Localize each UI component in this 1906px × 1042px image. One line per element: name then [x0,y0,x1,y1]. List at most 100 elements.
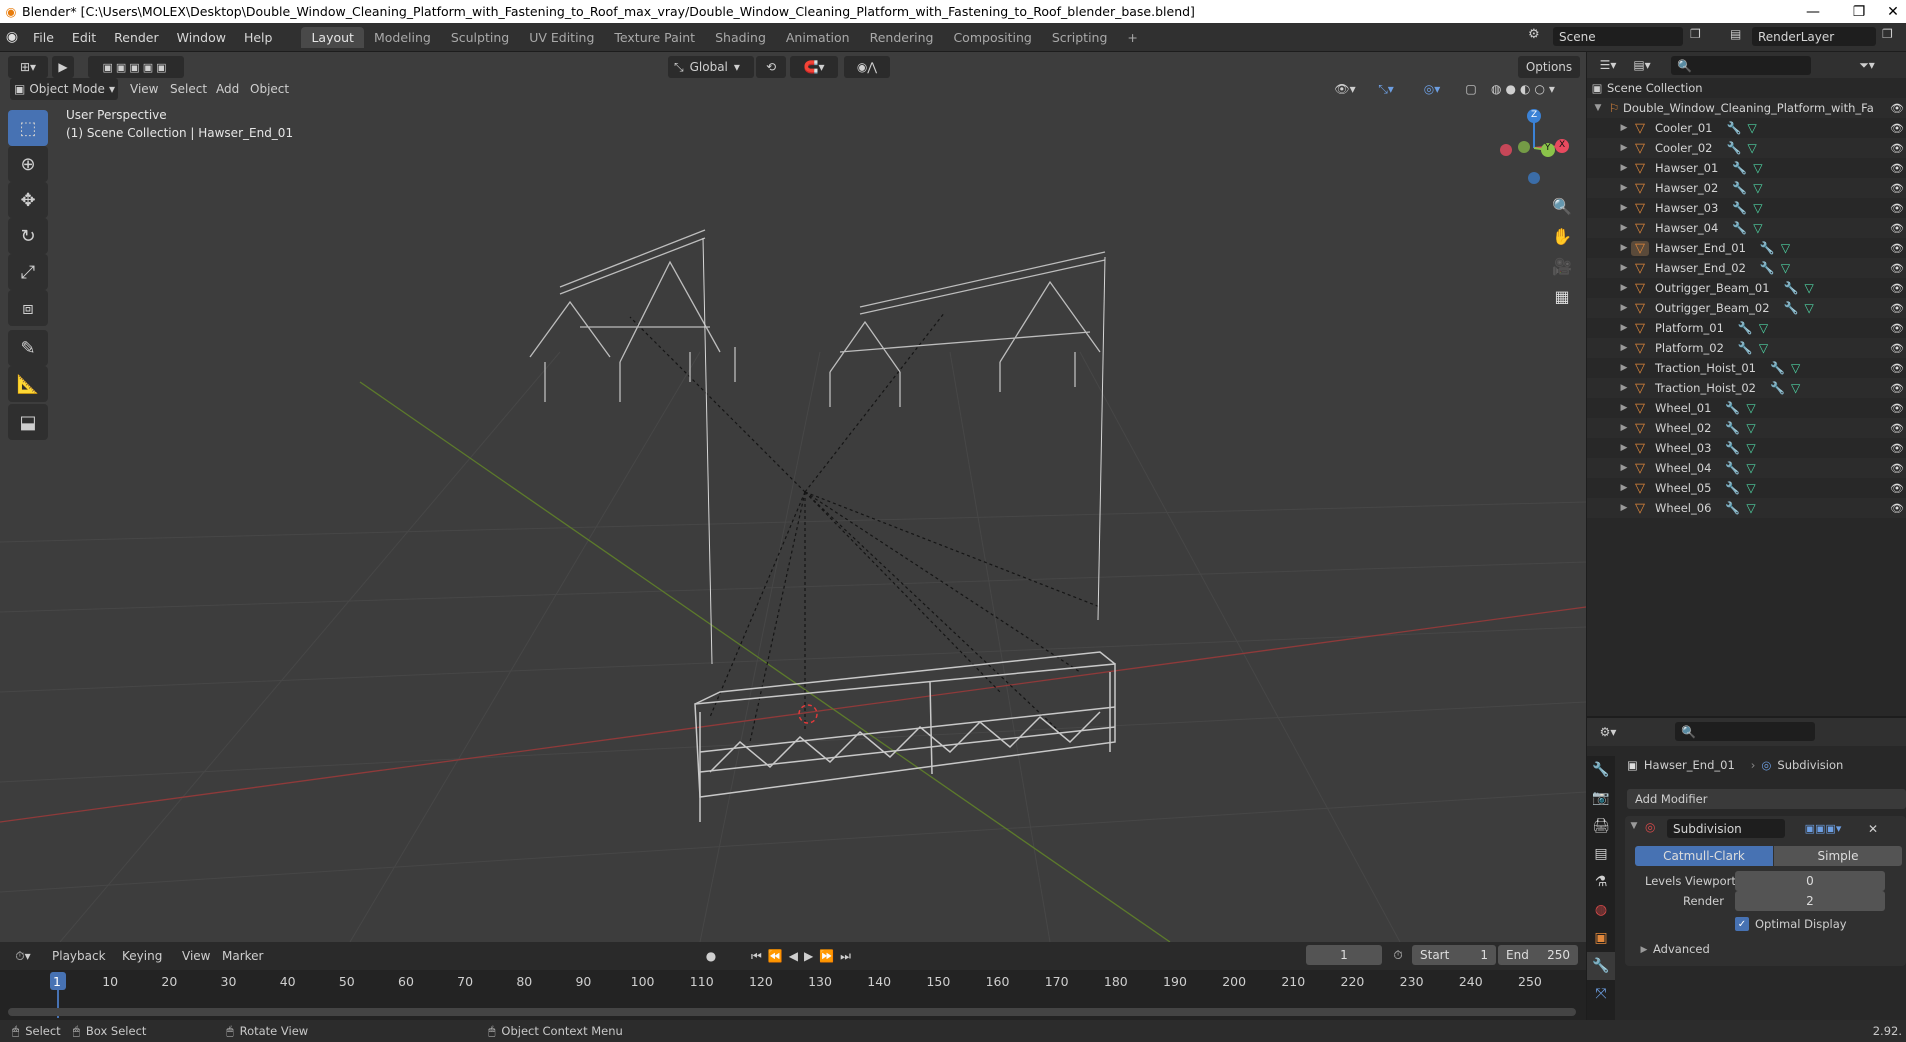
tab-sculpting[interactable]: Sculpting [441,27,519,48]
mesh-data-icon[interactable]: ▽ [1746,401,1755,415]
collection-row[interactable]: ▼ ⚐ Double_Window_Cleaning_Platform_with… [1587,98,1906,118]
modifier-wrench-icon[interactable]: 🔧 [1725,501,1740,515]
select-box-tool-icon[interactable]: ⬚ [8,110,48,146]
physics-tab-icon[interactable]: ⤧ [1587,980,1615,1008]
expand-triangle-icon[interactable]: ▶ [1617,443,1631,453]
expand-triangle-icon[interactable]: ▶ [1617,243,1631,253]
editor-type-button[interactable]: ⊞▾ [8,56,48,78]
visibility-eye-icon[interactable]: 👁 [1890,362,1904,375]
menu-edit[interactable]: Edit [63,30,105,45]
mesh-data-icon[interactable]: ▽ [1791,361,1800,375]
outliner-search-input[interactable]: 🔍 [1671,56,1811,75]
snapping-icon[interactable]: 🧲▾ [790,56,838,78]
scene-icon[interactable]: ⚙ [1528,27,1552,47]
expand-triangle-icon[interactable]: ▼ [1591,103,1605,113]
mesh-data-icon[interactable]: ▽ [1759,341,1768,355]
visibility-eye-icon[interactable]: 👁 [1890,202,1904,215]
expand-triangle-icon[interactable]: ▶ [1617,463,1631,473]
xray-icon[interactable]: ▢ [1460,78,1482,100]
mesh-data-icon[interactable]: ▽ [1781,261,1790,275]
expand-triangle-icon[interactable]: ▶ [1617,143,1631,153]
timeline-menu-marker[interactable]: Marker [222,949,263,963]
expand-triangle-icon[interactable]: ▶ [1617,223,1631,233]
modifier-wrench-icon[interactable]: 🔧 [1760,261,1775,275]
modifier-wrench-icon[interactable]: 🔧 [1770,361,1785,375]
visibility-eye-icon[interactable]: 👁 [1890,402,1904,415]
tab-layout[interactable]: Layout [301,26,364,48]
tab-texture-paint[interactable]: Texture Paint [604,27,705,48]
outliner-item[interactable]: ▶ ▽ Traction_Hoist_02 🔧 ▽ 👁 [1587,378,1906,398]
render-tab-icon[interactable]: 📷 [1587,784,1615,812]
scene-name-field[interactable]: Scene [1553,27,1683,46]
modifier-wrench-icon[interactable]: 🔧 [1738,341,1753,355]
scene-collection-row[interactable]: ▣ Scene Collection [1587,78,1906,98]
outliner-item[interactable]: ▶ ▽ Hawser_End_02 🔧 ▽ 👁 [1587,258,1906,278]
mesh-data-icon[interactable]: ▽ [1746,421,1755,435]
outliner-item[interactable]: ▶ ▽ Platform_01 🔧 ▽ 👁 [1587,318,1906,338]
ortho-grid-icon[interactable]: ▦ [1548,282,1576,310]
visibility-eye-icon[interactable]: 👁 [1890,382,1904,395]
outliner-item[interactable]: ▶ ▽ Hawser_01 🔧 ▽ 👁 [1587,158,1906,178]
outliner-item[interactable]: ▶ ▽ Wheel_01 🔧 ▽ 👁 [1587,398,1906,418]
outliner-item[interactable]: ▶ ▽ Wheel_02 🔧 ▽ 👁 [1587,418,1906,438]
expand-triangle-icon[interactable]: ▶ [1617,423,1631,433]
modifier-wrench-icon[interactable]: 🔧 [1732,181,1747,195]
gizmo-toggle-icon[interactable]: ⤡▾ [1366,78,1406,100]
view-layer-field[interactable]: RenderLayer [1752,27,1876,46]
expand-triangle-icon[interactable]: ▶ [1617,363,1631,373]
modifier-name-field[interactable]: Subdivision [1667,819,1785,838]
blender-menu-icon[interactable]: ◉ [0,29,24,45]
start-frame-input[interactable]: Start 1 [1412,945,1496,965]
visibility-eye-icon[interactable]: 👁 [1890,342,1904,355]
outliner-item[interactable]: ▶ ▽ Outrigger_Beam_01 🔧 ▽ 👁 [1587,278,1906,298]
modifier-wrench-icon[interactable]: 🔧 [1726,141,1741,155]
end-frame-input[interactable]: End 250 [1498,945,1578,965]
visibility-eye-icon[interactable]: 👁 [1890,142,1904,155]
modifier-display-toggles[interactable]: ▣▣▣▾ [1787,819,1859,838]
modifier-wrench-icon[interactable]: 🔧 [1725,401,1740,415]
output-tab-icon[interactable]: 🖨 [1587,812,1615,840]
modifier-wrench-icon[interactable]: 🔧 [1732,221,1747,235]
add-cube-tool-icon[interactable]: ⬓ [8,404,48,440]
auto-keying-icon[interactable]: ● [700,946,722,966]
outliner-item[interactable]: ▶ ▽ Hawser_03 🔧 ▽ 👁 [1587,198,1906,218]
mesh-data-icon[interactable]: ▽ [1746,481,1755,495]
modifier-wrench-icon[interactable]: 🔧 [1725,481,1740,495]
shading-modes[interactable]: ◍●◐○▾ [1484,78,1566,100]
tool-tab-icon[interactable]: 🔧 [1587,756,1615,784]
outliner-item[interactable]: ▶ ▽ Platform_02 🔧 ▽ 👁 [1587,338,1906,358]
modifier-tab-icon[interactable]: 🔧 [1587,952,1615,980]
properties-search-input[interactable]: 🔍 [1675,722,1815,741]
visibility-eye-icon[interactable]: 👁 [1890,422,1904,435]
outliner-item[interactable]: ▶ ▽ Traction_Hoist_01 🔧 ▽ 👁 [1587,358,1906,378]
expand-triangle-icon[interactable]: ▶ [1617,303,1631,313]
optimal-display-checkbox[interactable]: ✓ [1735,917,1749,931]
visibility-eye-icon[interactable]: 👁 [1890,302,1904,315]
mesh-data-icon[interactable]: ▽ [1804,281,1813,295]
modifier-wrench-icon[interactable]: 🔧 [1725,441,1740,455]
modifier-wrench-icon[interactable]: 🔧 [1726,121,1741,135]
collapse-triangle-icon[interactable]: ▼ [1627,821,1641,831]
mesh-data-icon[interactable]: ▽ [1746,461,1755,475]
simple-button[interactable]: Simple [1774,846,1902,866]
navigation-gizmo[interactable]: Z Y X [1496,108,1572,184]
outliner-item[interactable]: ▶ ▽ Wheel_05 🔧 ▽ 👁 [1587,478,1906,498]
timeline-menu-keying[interactable]: Keying [122,949,162,963]
visibility-eye-icon[interactable]: 👁 [1890,482,1904,495]
restore-button[interactable]: ❐ [1836,0,1882,23]
world-tab-icon[interactable]: ◍ [1587,896,1615,924]
modifier-wrench-icon[interactable]: 🔧 [1738,321,1753,335]
visibility-eye-icon[interactable]: 👁 [1890,182,1904,195]
mesh-data-icon[interactable]: ▽ [1791,381,1800,395]
mesh-data-icon[interactable]: ▽ [1753,161,1762,175]
modifier-wrench-icon[interactable]: 🔧 [1732,161,1747,175]
visibility-eye-icon[interactable]: 👁 [1890,282,1904,295]
expand-triangle-icon[interactable]: ▶ [1617,263,1631,273]
move-tool-icon[interactable]: ✥ [8,182,48,218]
outliner-item[interactable]: ▶ ▽ Cooler_02 🔧 ▽ 👁 [1587,138,1906,158]
mesh-data-icon[interactable]: ▽ [1804,301,1813,315]
visibility-eye-icon[interactable]: 👁 [1890,122,1904,135]
close-button[interactable]: ✕ [1880,0,1906,23]
menu-render[interactable]: Render [105,30,168,45]
viewport-menu-view[interactable]: View [130,82,158,96]
